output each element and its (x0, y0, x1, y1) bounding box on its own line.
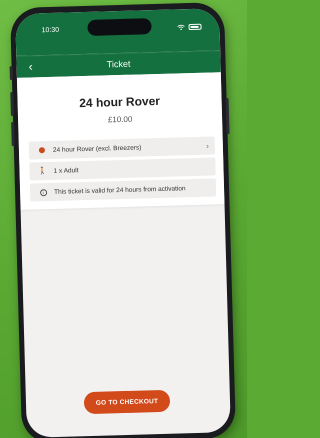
status-bar: 10:30 (15, 8, 221, 56)
dot-icon (38, 147, 46, 154)
volume-up-button (10, 92, 14, 117)
dynamic-island (87, 18, 152, 36)
ticket-name: 24 hour Rover (79, 93, 161, 111)
ticket-card: 24 hour Rover £10.00 24 hour Rover (excl… (16, 72, 225, 210)
ticket-type-label: 24 hour Rover (excl. Breezers) (52, 143, 142, 154)
battery-icon (188, 23, 202, 31)
page-title: Ticket (106, 58, 131, 70)
checkout-button[interactable]: GO TO CHECKOUT (83, 389, 171, 415)
person-icon: 🚶 (38, 168, 47, 176)
mute-switch (9, 66, 13, 81)
validity-label: This ticket is valid for 24 hours from a… (54, 184, 186, 196)
volume-down-button (11, 122, 15, 147)
validity-row: i This ticket is valid for 24 hours from… (29, 178, 217, 202)
status-icons (176, 23, 202, 31)
passenger-row: 🚶 1 x Adult (29, 157, 216, 181)
status-time: 10:30 (41, 26, 60, 35)
passenger-label: 1 x Adult (53, 166, 79, 175)
wifi-icon (177, 24, 185, 31)
chevron-right-icon: › (206, 141, 209, 151)
ticket-type-row[interactable]: 24 hour Rover (excl. Breezers) › (28, 136, 216, 160)
phone-frame: 10:30 ‹ Ticket 24 hour Rover £10.00 24 h… (9, 2, 237, 438)
ticket-price: £10.00 (107, 114, 133, 125)
screen: 10:30 ‹ Ticket 24 hour Rover £10.00 24 h… (15, 8, 231, 438)
info-icon: i (39, 188, 47, 196)
